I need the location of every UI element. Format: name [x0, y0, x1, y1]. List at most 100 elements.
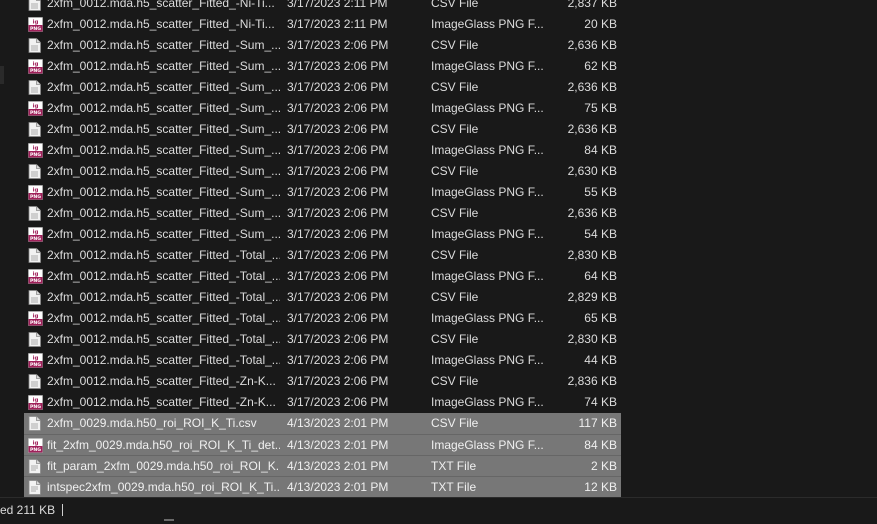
file-size: 2,630 KB: [567, 164, 617, 178]
file-row[interactable]: 2xfm_0012.mda.h5_scatter_Fitted_-Sum_...…: [24, 35, 621, 56]
png-file-icon: ig PNG: [28, 353, 43, 368]
svg-text:ig: ig: [33, 229, 39, 235]
file-date-modified: 3/17/2023 2:06 PM: [287, 227, 389, 241]
svg-text:ig: ig: [33, 19, 39, 25]
status-bar: ed 211 KB: [0, 497, 877, 524]
file-row[interactable]: ig PNG 2xfm_0012.mda.h5_scatter_Fitted_-Su…: [24, 140, 621, 161]
svg-text:ig: ig: [33, 440, 39, 446]
file-size: 2 KB: [590, 459, 617, 473]
png-file-icon: ig PNG: [28, 101, 43, 116]
file-name: 2xfm_0012.mda.h5_scatter_Fitted_-Sum_...: [47, 185, 280, 199]
svg-text:PNG: PNG: [30, 404, 41, 410]
svg-text:ig: ig: [33, 271, 39, 277]
file-row[interactable]: ig PNG 2xfm_0012.mda.h5_scatter_Fitted_-Ni…: [24, 14, 621, 35]
file-name: 2xfm_0012.mda.h5_scatter_Fitted_-Sum_...: [47, 38, 280, 52]
file-row[interactable]: 2xfm_0012.mda.h5_scatter_Fitted_-Sum_...…: [24, 203, 621, 224]
file-row[interactable]: fit_param_2xfm_0029.mda.h50_roi_ROI_K...…: [24, 455, 621, 476]
file-size: 2,636 KB: [567, 80, 617, 94]
svg-text:PNG: PNG: [30, 362, 41, 368]
file-date-modified: 3/17/2023 2:06 PM: [287, 353, 389, 367]
navigation-pane-marker: [0, 66, 4, 84]
file-size: 2,636 KB: [567, 206, 617, 220]
file-row[interactable]: ig PNG 2xfm_0012.mda.h5_scatter_Fitted_-Su…: [24, 182, 621, 203]
svg-text:ig: ig: [33, 355, 39, 361]
svg-text:ig: ig: [33, 145, 39, 151]
file-date-modified: 3/17/2023 2:06 PM: [287, 311, 389, 325]
svg-text:PNG: PNG: [30, 278, 41, 284]
csv-file-icon: [28, 416, 41, 431]
file-name: 2xfm_0012.mda.h5_scatter_Fitted_-Total_.…: [47, 332, 280, 346]
csv-file-icon: [28, 206, 41, 221]
txt-file-icon: [28, 480, 41, 495]
file-row[interactable]: ig PNG 2xfm_0012.mda.h5_scatter_Fitted_-Zn…: [24, 392, 621, 413]
png-file-icon: ig PNG: [28, 185, 43, 200]
file-row[interactable]: 2xfm_0012.mda.h5_scatter_Fitted_-Total_.…: [24, 245, 621, 266]
file-row[interactable]: 2xfm_0012.mda.h5_scatter_Fitted_-Zn-K...…: [24, 371, 621, 392]
file-date-modified: 3/17/2023 2:06 PM: [287, 185, 389, 199]
png-file-icon: ig PNG: [28, 438, 43, 453]
file-row[interactable]: 2xfm_0012.mda.h5_scatter_Fitted_-Total_.…: [24, 287, 621, 308]
svg-text:ig: ig: [33, 103, 39, 109]
svg-text:PNG: PNG: [30, 194, 41, 200]
csv-file-icon: [28, 122, 41, 137]
png-file-icon: ig PNG: [28, 143, 43, 158]
file-row[interactable]: ig PNG 2xfm_0012.mda.h5_scatter_Fitted_-Su…: [24, 56, 621, 77]
csv-file-icon: [28, 290, 41, 305]
file-name: 2xfm_0012.mda.h5_scatter_Fitted_-Zn-K...: [47, 395, 276, 409]
png-file-icon: ig PNG: [28, 227, 43, 242]
file-row[interactable]: 2xfm_0012.mda.h5_scatter_Fitted_-Total_.…: [24, 329, 621, 350]
svg-text:PNG: PNG: [30, 236, 41, 242]
file-row[interactable]: ig PNG 2xfm_0012.mda.h5_scatter_Fitted_-Su…: [24, 224, 621, 245]
file-row[interactable]: ig PNG fit_2xfm_0029.mda.h50_roi_ROI_K_Ti_…: [24, 434, 621, 455]
file-name: 2xfm_0012.mda.h5_scatter_Fitted_-Sum_...: [47, 80, 280, 94]
csv-file-icon: [28, 164, 41, 179]
file-row[interactable]: 2xfm_0012.mda.h5_scatter_Fitted_-Sum_...…: [24, 161, 621, 182]
file-list: 2xfm_0012.mda.h5_scatter_Fitted_-Ni-Ti..…: [24, 0, 621, 497]
svg-text:PNG: PNG: [30, 447, 41, 453]
file-row[interactable]: 2xfm_0029.mda.h50_roi_ROI_K_Ti.csv 4/13/2…: [24, 413, 621, 434]
file-date-modified: 3/17/2023 2:06 PM: [287, 59, 389, 73]
file-name: intspec2xfm_0029.mda.h50_roi_ROI_K_Ti...…: [47, 480, 280, 494]
file-date-modified: 3/17/2023 2:06 PM: [287, 248, 389, 262]
file-date-modified: 3/17/2023 2:11 PM: [287, 0, 388, 10]
png-file-icon: ig PNG: [28, 395, 43, 410]
file-size: 2,636 KB: [567, 38, 617, 52]
file-size: 2,837 KB: [567, 0, 617, 10]
file-name: 2xfm_0029.mda.h50_roi_ROI_K_Ti.csv: [47, 416, 257, 430]
file-row[interactable]: intspec2xfm_0029.mda.h50_roi_ROI_K_Ti...…: [24, 476, 621, 497]
file-name: 2xfm_0012.mda.h5_scatter_Fitted_-Sum_...: [47, 59, 280, 73]
file-row[interactable]: ig PNG 2xfm_0012.mda.h5_scatter_Fitted_-Su…: [24, 98, 621, 119]
png-file-icon: ig PNG: [28, 311, 43, 326]
png-file-icon: ig PNG: [28, 17, 43, 32]
file-date-modified: 3/17/2023 2:06 PM: [287, 332, 389, 346]
svg-text:PNG: PNG: [30, 26, 41, 32]
file-row[interactable]: ig PNG 2xfm_0012.mda.h5_scatter_Fitted_-To…: [24, 308, 621, 329]
file-date-modified: 4/13/2023 2:01 PM: [287, 480, 389, 494]
file-date-modified: 4/13/2023 2:01 PM: [287, 438, 389, 452]
file-date-modified: 3/17/2023 2:11 PM: [287, 17, 388, 31]
file-row[interactable]: ig PNG 2xfm_0012.mda.h5_scatter_Fitted_-To…: [24, 266, 621, 287]
csv-file-icon: [28, 248, 41, 263]
file-name: 2xfm_0012.mda.h5_scatter_Fitted_-Total_.…: [47, 353, 280, 367]
file-size: 55 KB: [584, 185, 617, 199]
svg-text:PNG: PNG: [30, 68, 41, 74]
file-row[interactable]: 2xfm_0012.mda.h5_scatter_Fitted_-Ni-Ti..…: [24, 0, 621, 14]
file-size: 117 KB: [578, 416, 617, 430]
file-size: 2,636 KB: [567, 122, 617, 136]
file-name: fit_2xfm_0029.mda.h50_roi_ROI_K_Ti_det..…: [47, 438, 280, 452]
file-size: 2,830 KB: [567, 332, 617, 346]
txt-file-icon: [28, 459, 41, 474]
png-file-icon: ig PNG: [28, 59, 43, 74]
file-row[interactable]: ig PNG 2xfm_0012.mda.h5_scatter_Fitted_-To…: [24, 350, 621, 371]
file-row[interactable]: 2xfm_0012.mda.h5_scatter_Fitted_-Sum_...…: [24, 119, 621, 140]
file-date-modified: 3/17/2023 2:06 PM: [287, 374, 389, 388]
file-date-modified: 3/17/2023 2:06 PM: [287, 206, 389, 220]
file-date-modified: 4/13/2023 2:01 PM: [287, 459, 389, 473]
file-size: 12 KB: [584, 480, 617, 494]
view-toggle-indicator[interactable]: [164, 519, 174, 521]
csv-file-icon: [28, 374, 41, 389]
navigation-pane-edge: [0, 0, 22, 497]
svg-text:ig: ig: [33, 61, 39, 67]
file-row[interactable]: 2xfm_0012.mda.h5_scatter_Fitted_-Sum_...…: [24, 77, 621, 98]
file-name: 2xfm_0012.mda.h5_scatter_Fitted_-Total_.…: [47, 269, 280, 283]
